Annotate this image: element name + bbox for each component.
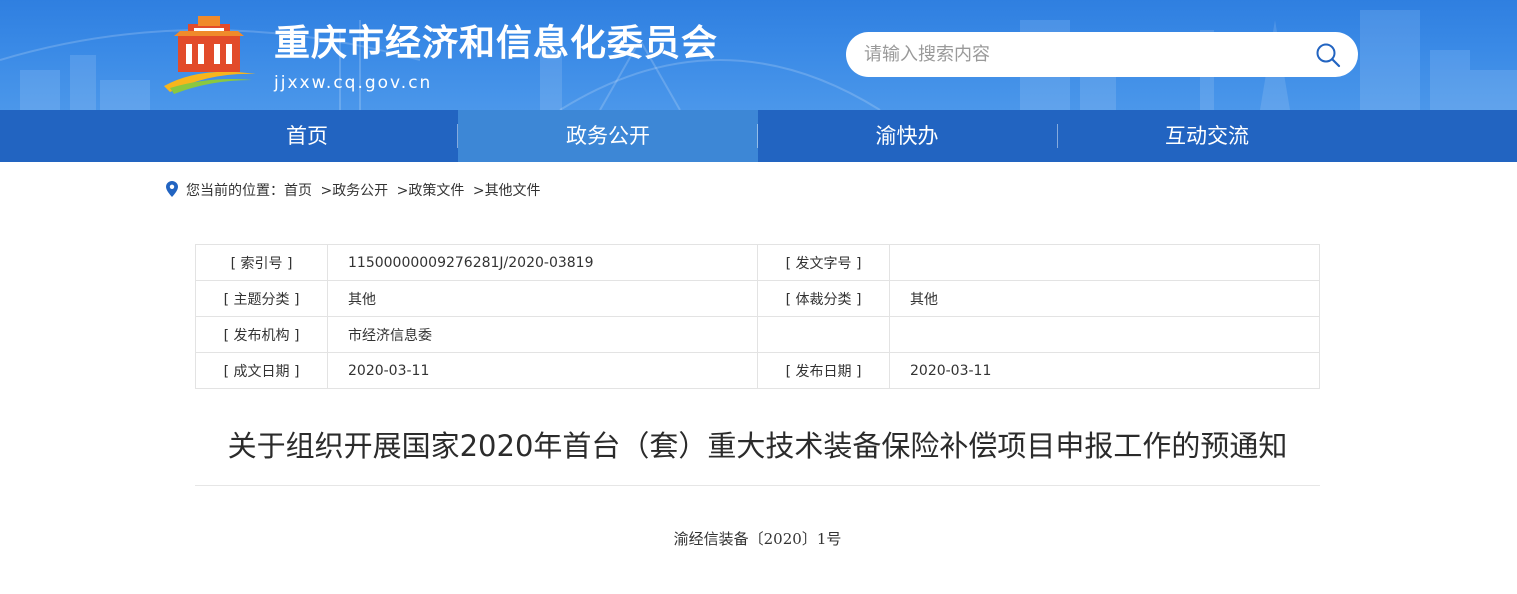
meta-value: [889, 316, 1320, 353]
search-input[interactable]: [864, 38, 1284, 71]
site-title[interactable]: 重庆市经济和信息化委员会: [274, 22, 718, 66]
meta-value: 2020-03-11: [327, 352, 758, 389]
nav-item-gov-affairs[interactable]: 政务公开: [458, 110, 758, 162]
table-row: [ 成文日期 ] 2020-03-11 [ 发布日期 ] 2020-03-11: [195, 352, 1320, 389]
header-banner: 重庆市经济和信息化委员会 jjxxw.cq.gov.cn: [0, 0, 1517, 110]
meta-value: 2020-03-11: [889, 352, 1320, 389]
search-box: [846, 32, 1358, 77]
site-logo[interactable]: [160, 14, 260, 94]
nav-item-interaction[interactable]: 互动交流: [1057, 110, 1357, 162]
search-icon[interactable]: [1314, 41, 1342, 69]
site-url: jjxxw.cq.gov.cn: [274, 73, 433, 93]
main-nav: 首页 政务公开 渝快办 互动交流: [0, 110, 1517, 162]
meta-label: [ 主题分类 ]: [195, 280, 328, 317]
article-title: 关于组织开展国家2020年首台（套）重大技术装备保险补偿项目申报工作的预通知: [227, 429, 1288, 463]
meta-value: 其他: [889, 280, 1320, 317]
breadcrumb-policy-files[interactable]: 政策文件: [408, 183, 464, 199]
table-row: [ 发布机构 ] 市经济信息委: [195, 316, 1320, 353]
meta-value: [889, 244, 1320, 281]
meta-label: [ 索引号 ]: [195, 244, 328, 281]
meta-value: 其他: [327, 280, 758, 317]
breadcrumb-other-files[interactable]: 其他文件: [485, 183, 541, 199]
document-number: 渝经信装备〔2020〕1号: [673, 530, 842, 548]
table-row: [ 主题分类 ] 其他 [ 体裁分类 ] 其他: [195, 280, 1320, 317]
meta-value: 市经济信息委: [327, 316, 758, 353]
breadcrumb-gov-affairs[interactable]: 政务公开: [332, 183, 388, 199]
breadcrumb-separator: >: [320, 183, 333, 199]
meta-label: [ 体裁分类 ]: [757, 280, 890, 317]
meta-label: [ 发布机构 ]: [195, 316, 328, 353]
meta-label: [ 发布日期 ]: [757, 352, 890, 389]
location-pin-icon: [166, 181, 178, 197]
meta-label: [ 成文日期 ]: [195, 352, 328, 389]
nav-item-yukuaiban[interactable]: 渝快办: [757, 110, 1057, 162]
breadcrumb: 您当前的位置：首页 >政务公开 >政策文件 >其他文件: [166, 180, 541, 202]
document-meta-table: [ 索引号 ] 11500000009276281J/2020-03819 [ …: [195, 244, 1320, 389]
breadcrumb-home[interactable]: 首页: [284, 183, 312, 199]
breadcrumb-prefix: 您当前的位置：: [186, 183, 284, 199]
meta-label: [ 发文字号 ]: [757, 244, 890, 281]
meta-label: [757, 316, 890, 353]
table-row: [ 索引号 ] 11500000009276281J/2020-03819 [ …: [195, 244, 1320, 281]
breadcrumb-separator: >: [472, 183, 485, 199]
breadcrumb-separator: >: [396, 183, 409, 199]
meta-value: 11500000009276281J/2020-03819: [327, 244, 758, 281]
title-divider: [195, 485, 1320, 486]
nav-item-home[interactable]: 首页: [157, 110, 457, 162]
